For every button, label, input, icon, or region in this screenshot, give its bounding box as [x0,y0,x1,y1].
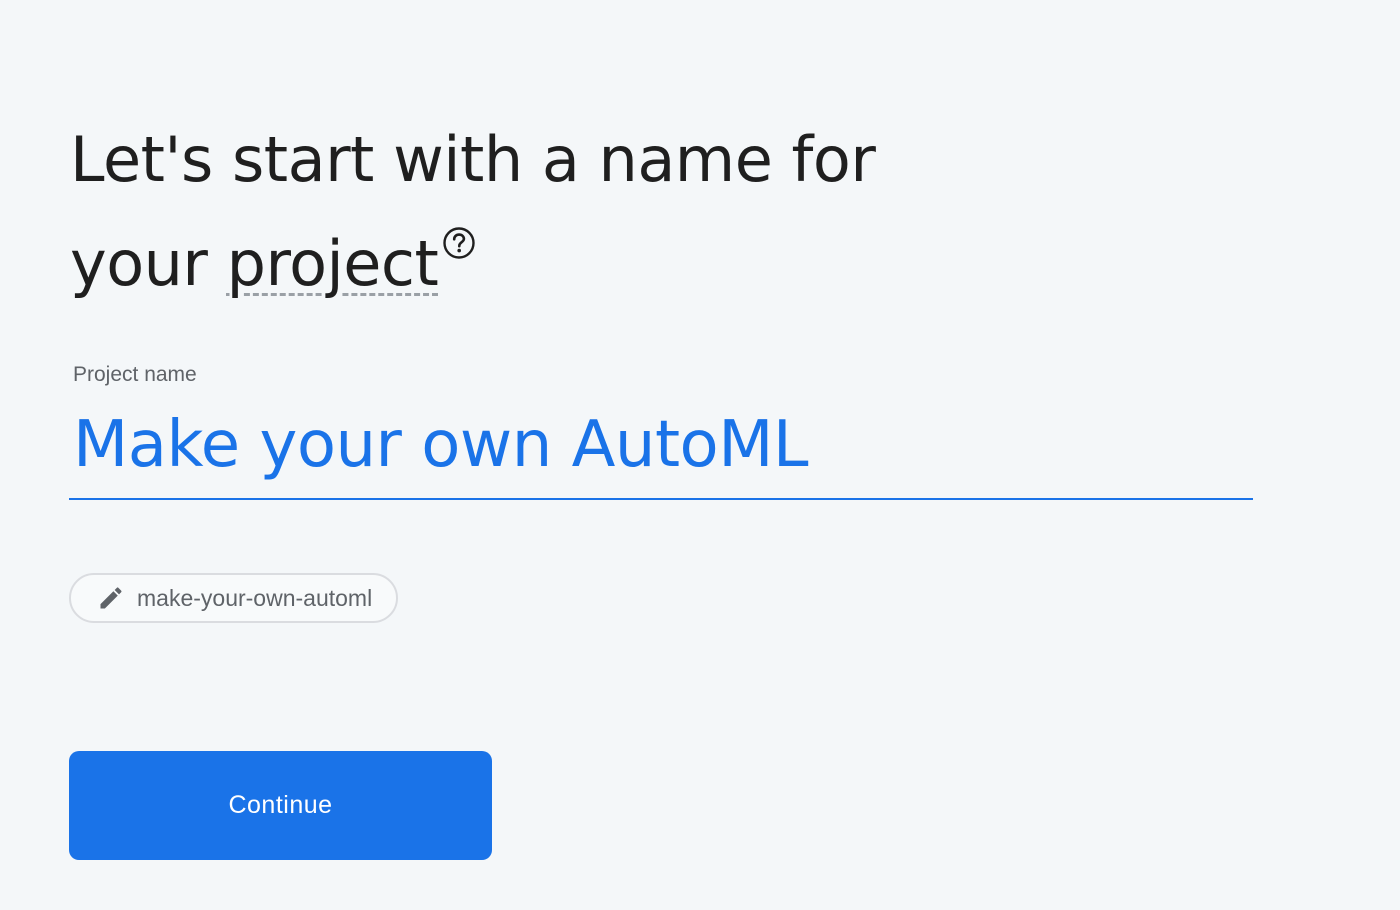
project-term-link[interactable]: project [227,227,439,300]
project-id-chip[interactable]: make-your-own-automl [69,573,399,623]
pencil-icon [100,587,122,609]
page-title-prefix: your [70,227,227,300]
continue-button[interactable]: Continue [69,751,492,860]
page-title: Let's start with a name for your project [70,108,970,316]
help-circle-icon[interactable] [442,226,476,260]
page-title-line-2: your project [70,212,970,316]
project-id-text: make-your-own-automl [137,584,373,611]
project-name-input[interactable] [69,398,1253,500]
project-name-label: Project name [73,363,197,386]
page-title-line-1: Let's start with a name for [70,123,876,196]
